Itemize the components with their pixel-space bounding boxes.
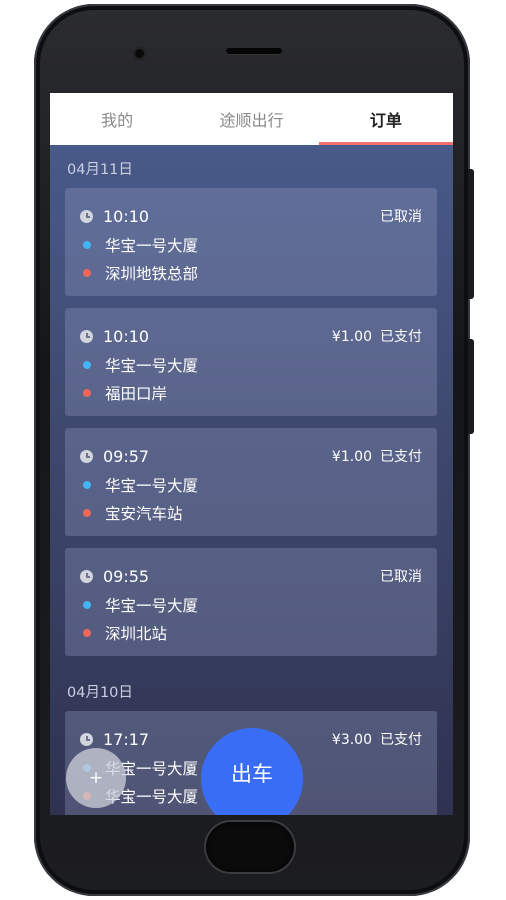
volume-button (468, 169, 474, 299)
tab-orders[interactable]: 订单 (318, 93, 453, 145)
order-time: 10:10 (103, 207, 150, 226)
order-origin: 华宝一号大厦 (105, 237, 199, 255)
order-time: 09:57 (103, 447, 150, 466)
tab-mine[interactable]: 我的 (50, 93, 184, 145)
clock-icon (80, 210, 93, 223)
order-card[interactable]: 10:10 华宝一号大厦 深圳地铁总部 已取消 (65, 188, 437, 296)
origin-dot-icon (83, 481, 91, 489)
clock-icon (80, 330, 93, 343)
destination-dot-icon (83, 389, 91, 397)
date-header: 04月10日 (67, 685, 133, 701)
origin-dot-icon (83, 361, 91, 369)
origin-dot-icon (83, 601, 91, 609)
order-status: 已取消 (380, 569, 422, 585)
order-destination: 深圳地铁总部 (105, 265, 199, 283)
order-card[interactable]: 09:55 华宝一号大厦 深圳北站 已取消 (65, 548, 437, 656)
order-card[interactable]: 10:10 华宝一号大厦 福田口岸 ¥1.00 已支付 (65, 308, 437, 416)
order-status-area: ¥3.00 已支付 (332, 729, 422, 749)
order-price: ¥3.00 (331, 732, 372, 748)
home-button[interactable] (206, 822, 294, 872)
order-status-area: 已取消 (372, 566, 422, 586)
order-origin: 华宝一号大厦 (105, 357, 199, 375)
order-status: 已支付 (380, 329, 422, 345)
order-status: 已取消 (380, 209, 422, 225)
order-time: 09:55 (103, 567, 150, 586)
clock-icon (80, 570, 93, 583)
order-origin: 华宝一号大厦 (105, 477, 199, 495)
add-button[interactable]: + (66, 748, 126, 808)
order-price: ¥1.00 (331, 329, 372, 345)
order-origin: 华宝一号大厦 (105, 597, 199, 615)
order-card[interactable]: 09:57 华宝一号大厦 宝安汽车站 ¥1.00 已支付 (65, 428, 437, 536)
tab-tushun-travel[interactable]: 途顺出行 (184, 93, 318, 145)
clock-icon (80, 450, 93, 463)
clock-icon (80, 733, 93, 746)
earpiece-speaker (226, 48, 282, 54)
date-header: 04月11日 (67, 162, 133, 178)
order-destination: 宝安汽车站 (105, 505, 183, 523)
order-destination: 深圳北站 (105, 625, 168, 643)
destination-dot-icon (83, 629, 91, 637)
top-tab-bar: 我的 途顺出行 订单 (50, 93, 453, 145)
order-status-area: ¥1.00 已支付 (332, 326, 422, 346)
power-button (468, 339, 474, 434)
destination-dot-icon (83, 269, 91, 277)
order-status-area: 已取消 (372, 206, 422, 226)
app-screen: 我的 途顺出行 订单 04月11日 10:10 华宝一号大厦 深圳地铁总部 已取… (50, 93, 453, 815)
front-camera (135, 49, 144, 58)
order-time: 10:10 (103, 327, 150, 346)
order-destination: 福田口岸 (105, 385, 168, 403)
order-status: 已支付 (380, 732, 422, 748)
destination-dot-icon (83, 509, 91, 517)
origin-dot-icon (83, 241, 91, 249)
order-price: ¥1.00 (331, 449, 372, 465)
order-time: 17:17 (103, 730, 150, 749)
order-status: 已支付 (380, 449, 422, 465)
order-status-area: ¥1.00 已支付 (332, 446, 422, 466)
